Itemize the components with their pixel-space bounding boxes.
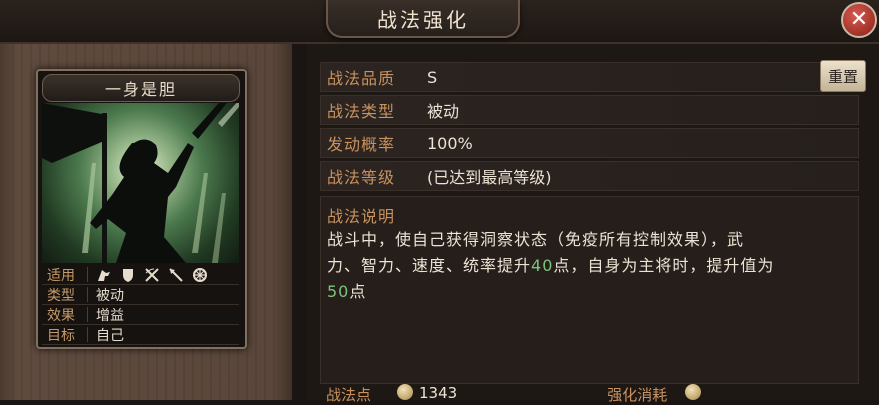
skill-info-panel: 战法品质 S 重置 战法类型 被动 发动概率 100% 战法等级 (已达到最高等… (306, 44, 879, 404)
skill-points-label: 战法点 (326, 386, 372, 404)
info-label: 战法品质 (327, 69, 396, 88)
info-value: S (427, 67, 438, 87)
cavalry-icon (98, 269, 110, 281)
window-title: 战法强化 (326, 0, 520, 38)
bottom-resource-row: 战法点 1343 强化消耗 (320, 384, 857, 404)
spear-icon (169, 267, 183, 282)
skill-description: 战法说明 战斗中，使自己获得洞察状态（免疫所有控制效果），武 力、智力、速度、统… (320, 196, 859, 384)
skill-art-image (42, 103, 239, 263)
info-label: 战法类型 (327, 102, 396, 121)
stat-label: 类型 (47, 287, 75, 304)
stat-row-effect: 效果 增益 (42, 305, 239, 325)
description-line: 50点 (327, 282, 367, 301)
info-value: 被动 (427, 102, 460, 121)
description-text: 战斗中，使自己获得洞察状态（免疫所有控制效果），武 力、智力、速度、统率提升40… (327, 227, 847, 305)
info-row-trigger-rate: 发动概率 100% (320, 128, 859, 158)
skill-name: 一身是胆 (42, 74, 240, 102)
highlight-value: 50 (327, 282, 350, 301)
stat-label: 目标 (47, 327, 75, 344)
highlight-value: 40 (531, 256, 554, 275)
description-line: 力、智力、速度、统率提升40点，自身为主将时，提升值为 (327, 256, 775, 275)
stat-row-applicable: 适用 (42, 265, 239, 285)
reset-button[interactable]: 重置 (820, 60, 866, 92)
stat-row-type: 类型 被动 (42, 285, 239, 305)
stat-label: 效果 (47, 307, 75, 324)
stat-value: 增益 (96, 307, 124, 324)
info-value: 100% (427, 133, 473, 153)
skill-card-panel: 一身是胆 适用 类型 被动 效果 增益 目标 自己 (0, 44, 292, 400)
skill-points-value: 1343 (419, 384, 458, 402)
skill-card: 一身是胆 适用 类型 被动 效果 增益 目标 自己 (36, 69, 247, 349)
description-line: 战斗中，使自己获得洞察状态（免疫所有控制效果），武 (327, 230, 745, 249)
description-title: 战法说明 (327, 207, 396, 226)
info-row-type: 战法类型 被动 (320, 95, 859, 125)
top-bar: 战法强化 ✕ (0, 0, 879, 44)
info-row-quality: 战法品质 S (320, 62, 859, 92)
stat-label: 适用 (47, 267, 75, 284)
stat-row-target: 目标 自己 (42, 325, 239, 345)
coin-icon (685, 384, 702, 400)
stat-value: 自己 (96, 327, 124, 344)
coin-icon (397, 384, 414, 400)
info-row-level: 战法等级 (已达到最高等级) (320, 161, 859, 191)
crossed-bows-icon (145, 267, 159, 282)
skill-stats: 适用 类型 被动 效果 增益 目标 自己 (42, 265, 239, 345)
wheel-icon (193, 267, 207, 282)
close-icon[interactable]: ✕ (841, 2, 877, 38)
info-label: 战法等级 (327, 168, 396, 187)
info-label: 发动概率 (327, 135, 396, 154)
upgrade-cost-label: 强化消耗 (607, 386, 668, 404)
info-value: (已达到最高等级) (427, 168, 552, 187)
shield-icon (123, 268, 133, 282)
stat-value: 被动 (96, 287, 124, 304)
